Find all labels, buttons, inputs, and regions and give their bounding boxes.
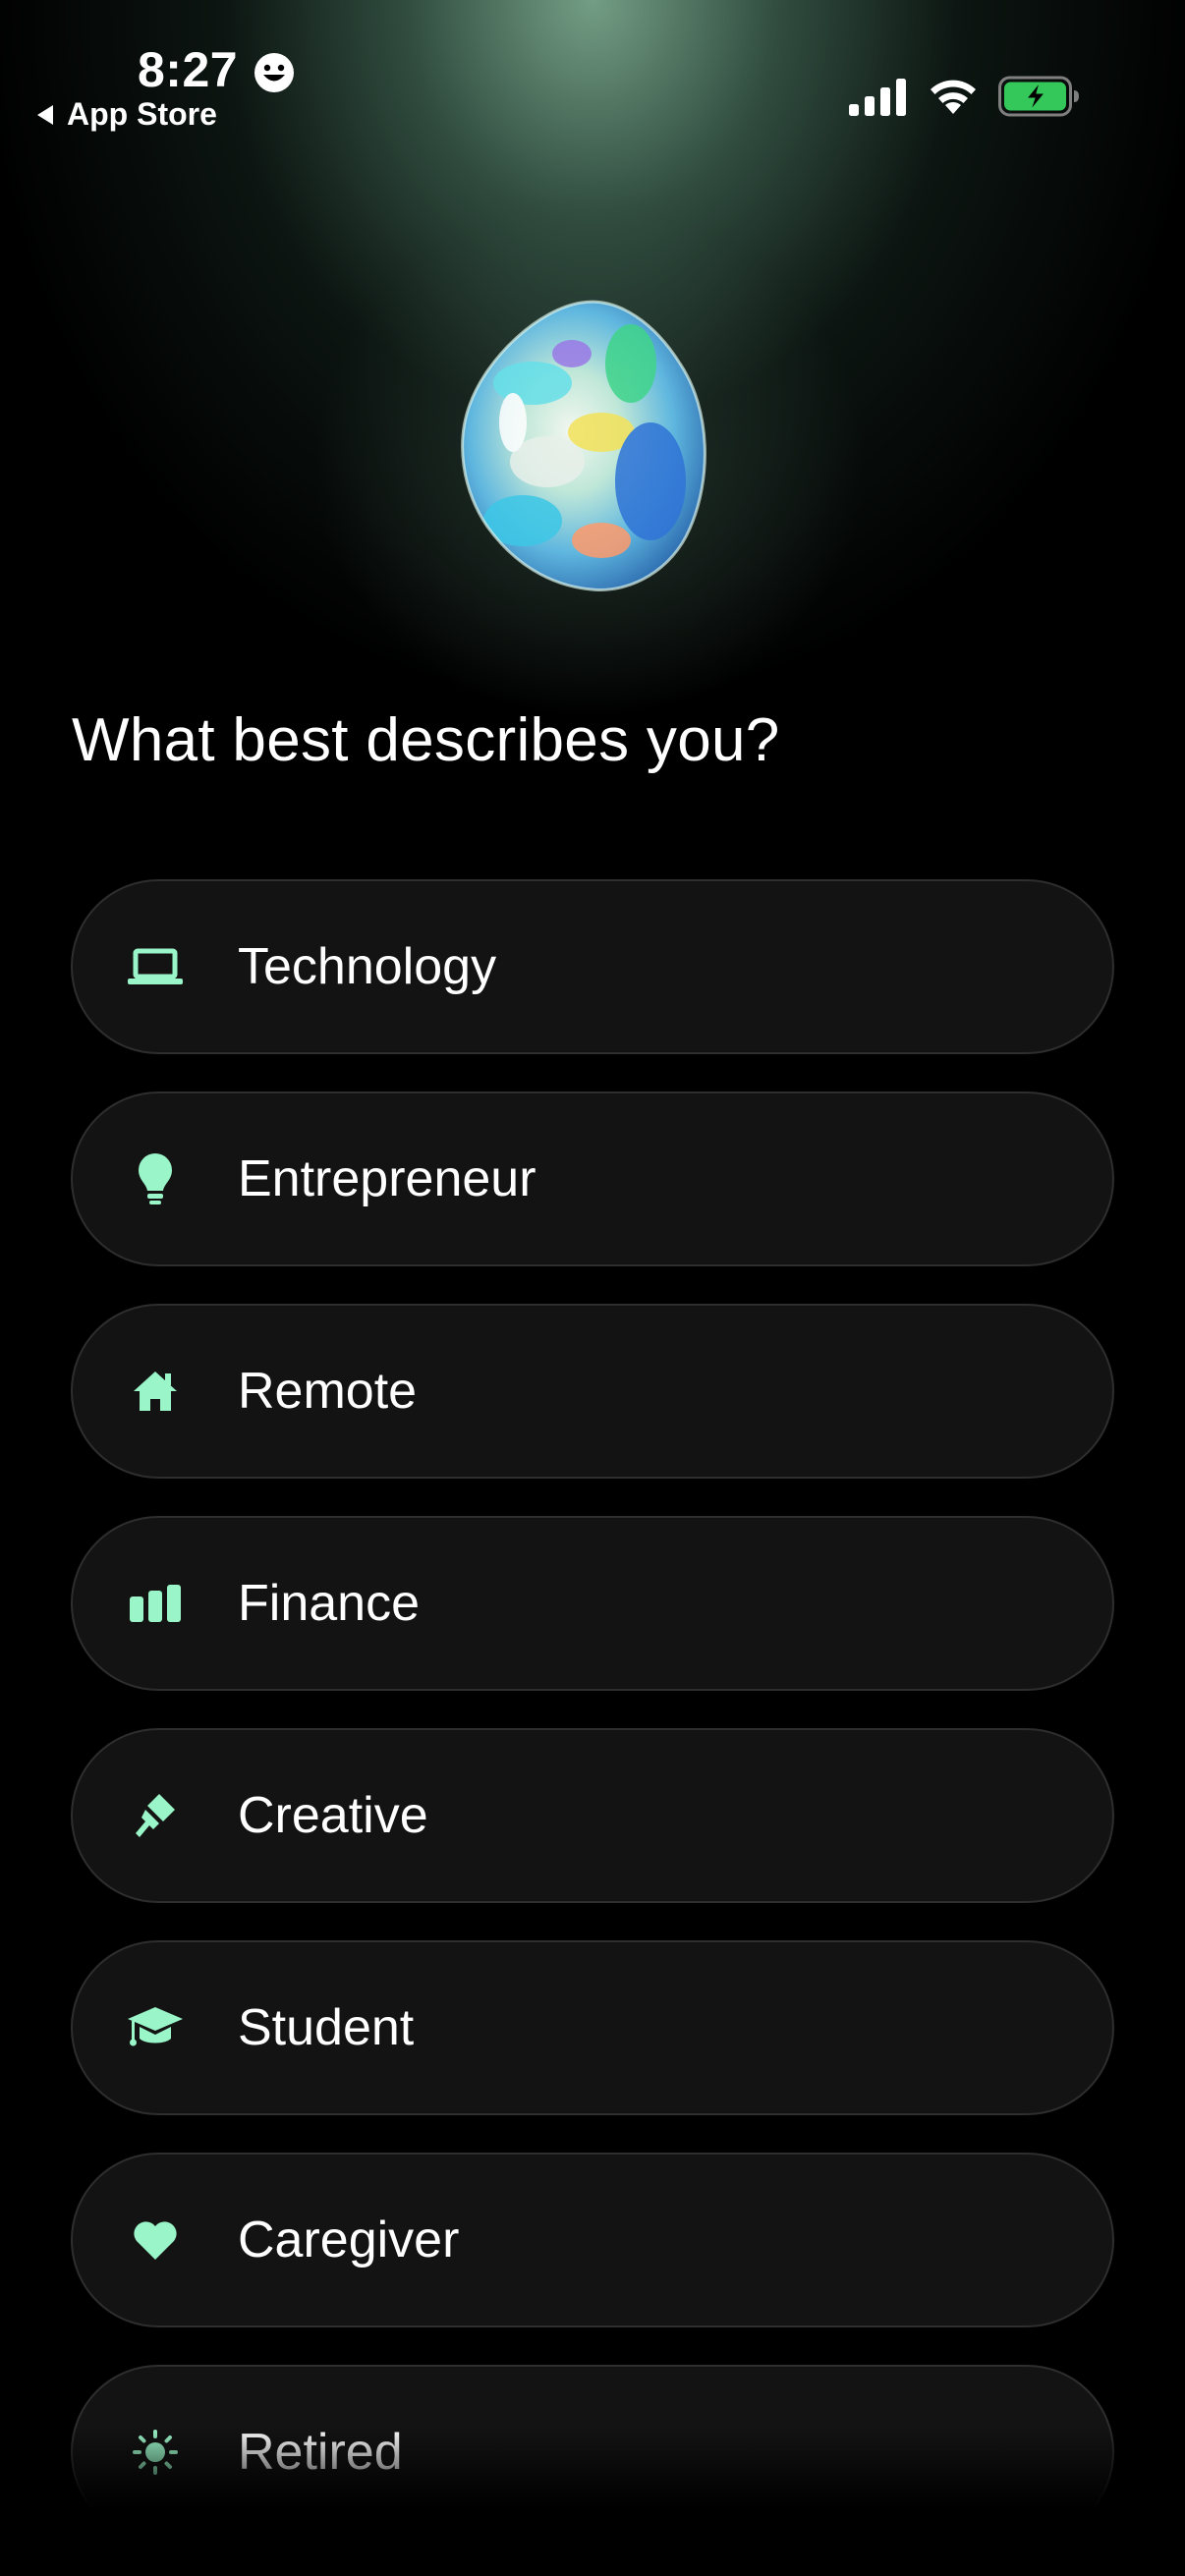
status-time: 8:27: [138, 42, 239, 97]
cellular-signal-icon: [849, 79, 906, 116]
opal-gem-image: [461, 300, 706, 591]
option-entrepreneur[interactable]: Entrepreneur: [71, 1092, 1114, 1266]
bar-chart-icon: [126, 1574, 185, 1633]
back-label: App Store: [67, 96, 217, 132]
lightbulb-icon: [126, 1149, 185, 1208]
option-technology[interactable]: Technology: [71, 879, 1114, 1054]
option-student[interactable]: Student: [71, 1940, 1114, 2115]
laptop-icon: [126, 937, 185, 996]
option-label: Technology: [238, 938, 497, 995]
smiley-icon: [254, 53, 294, 92]
back-to-app-store[interactable]: App Store: [35, 96, 217, 133]
option-label: Caregiver: [238, 2212, 460, 2268]
graduation-cap-icon: [126, 1998, 185, 2057]
option-retired[interactable]: Retired: [71, 2365, 1114, 2540]
option-finance[interactable]: Finance: [71, 1516, 1114, 1691]
option-caregiver[interactable]: Caregiver: [71, 2153, 1114, 2327]
sun-icon: [126, 2423, 185, 2482]
option-label: Creative: [238, 1787, 428, 1844]
back-triangle-icon: [37, 104, 53, 125]
option-creative[interactable]: Creative: [71, 1728, 1114, 1903]
option-label: Student: [238, 1999, 415, 2056]
onboarding-question: What best describes you?: [72, 706, 780, 774]
battery-charging-icon: [998, 76, 1079, 117]
heart-icon: [126, 2211, 185, 2269]
option-label: Finance: [238, 1575, 420, 1632]
option-label: Entrepreneur: [238, 1150, 536, 1207]
status-bar: 8:27 App Store: [0, 0, 1185, 138]
wifi-icon: [931, 80, 976, 114]
option-remote[interactable]: Remote: [71, 1304, 1114, 1479]
option-label: Remote: [238, 1363, 418, 1420]
paintbrush-icon: [126, 1786, 185, 1845]
house-icon: [126, 1362, 185, 1421]
option-label: Retired: [238, 2424, 403, 2481]
